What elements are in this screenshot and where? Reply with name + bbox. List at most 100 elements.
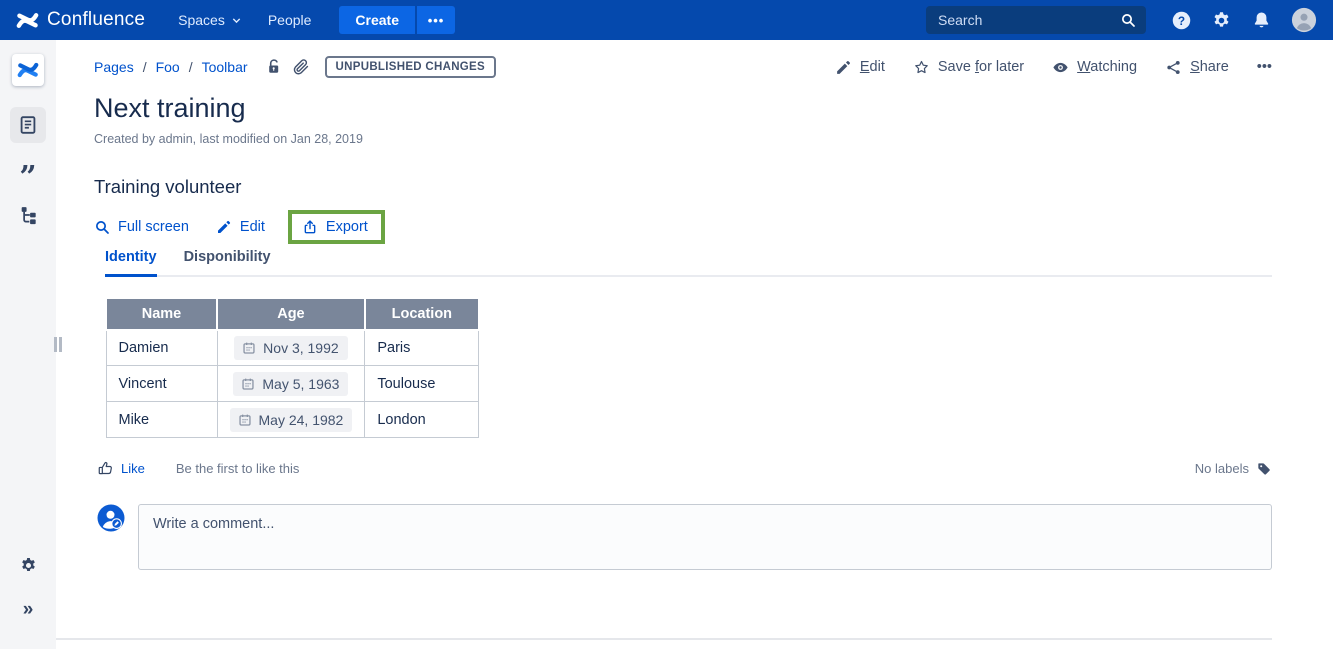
gear-icon: [19, 556, 38, 575]
tree-hierarchy-icon: [18, 205, 39, 226]
calendar-icon: [242, 341, 256, 355]
confluence-home-link[interactable]: Confluence: [16, 9, 145, 32]
action-label: Watching: [1077, 59, 1137, 75]
comment-section: [94, 504, 1272, 570]
breadcrumb: Pages / Foo / Toolbar UNPUBLISHED CHANGE…: [94, 56, 496, 78]
date-lozenge: May 5, 1963: [233, 372, 348, 396]
sidebar-item-blog[interactable]: ”: [10, 152, 46, 188]
pencil-icon: [835, 59, 852, 76]
cell-age: May 24, 1982: [217, 402, 365, 438]
search-icon: [1120, 12, 1136, 28]
full-screen-button[interactable]: Full screen: [94, 219, 189, 235]
table-row: Mike May 24, 1982 London: [106, 402, 479, 438]
export-button[interactable]: Export: [302, 219, 368, 235]
comment-box: [138, 504, 1272, 570]
app-sidebar: ” »: [0, 40, 56, 649]
volunteer-table: Name Age Location Damien: [105, 297, 480, 439]
action-label: Save for later: [938, 59, 1024, 75]
action-label: Share: [1190, 59, 1229, 75]
quote-icon: ”: [19, 157, 36, 183]
table-row: Vincent May 5, 1963 Toulouse: [106, 366, 479, 402]
space-logo-button[interactable]: [12, 54, 44, 86]
sidebar-space-settings[interactable]: [10, 547, 46, 583]
page-byline: Created by admin, last modified on Jan 2…: [94, 132, 1272, 146]
labels-button[interactable]: No labels: [1195, 461, 1272, 477]
save-for-later-button[interactable]: Save for later: [913, 59, 1024, 76]
attachments-paperclip-icon[interactable]: [292, 58, 310, 76]
breadcrumb-toolbar[interactable]: Toolbar: [202, 59, 248, 75]
table-header-row: Name Age Location: [106, 298, 479, 330]
page-actions: Edit Save for later Watching: [835, 59, 1272, 76]
search-input[interactable]: [926, 6, 1146, 34]
confluence-logo-icon: [16, 9, 39, 32]
nav-people-link[interactable]: People: [268, 12, 312, 28]
confluence-space-logo-icon: [17, 59, 39, 81]
star-icon: [913, 59, 930, 76]
breadcrumb-foo[interactable]: Foo: [156, 59, 180, 75]
navbar-right: ?: [926, 6, 1317, 34]
eye-icon: [1052, 59, 1069, 76]
double-chevron-right-icon: »: [23, 599, 34, 621]
tag-icon: [1256, 461, 1272, 477]
main-content: Pages / Foo / Toolbar UNPUBLISHED CHANGE…: [56, 40, 1333, 649]
confluence-page: Confluence Spaces People Create ••• ?: [0, 0, 1333, 649]
create-more-button[interactable]: •••: [417, 6, 455, 34]
sidebar-item-page-tree[interactable]: [10, 197, 46, 233]
sidebar-expand-button[interactable]: »: [10, 592, 46, 628]
cell-location: Toulouse: [365, 366, 479, 402]
page-header-row: Pages / Foo / Toolbar UNPUBLISHED CHANGE…: [94, 56, 1272, 78]
cell-age: Nov 3, 1992: [217, 330, 365, 366]
unpublished-changes-badge: UNPUBLISHED CHANGES: [325, 56, 496, 78]
edit-page-button[interactable]: Edit: [835, 59, 885, 76]
section-heading: Training volunteer: [94, 176, 1272, 198]
date-lozenge: May 24, 1982: [230, 408, 353, 432]
col-header-age: Age: [217, 298, 365, 330]
tab-identity[interactable]: Identity: [105, 249, 157, 277]
action-label: Edit: [860, 59, 885, 75]
cell-name: Mike: [106, 402, 217, 438]
social-row: Like Be the first to like this No labels: [94, 460, 1272, 477]
macro-edit-button[interactable]: Edit: [216, 219, 265, 235]
comment-user-avatar: [97, 504, 125, 532]
settings-gear-icon[interactable]: [1211, 10, 1232, 31]
brand-name: Confluence: [47, 9, 145, 31]
export-annotation-box: Export: [288, 210, 385, 244]
breadcrumb-pages[interactable]: Pages: [94, 59, 134, 75]
tab-disponibility[interactable]: Disponibility: [184, 249, 271, 275]
watching-button[interactable]: Watching: [1052, 59, 1137, 76]
pencil-icon: [216, 219, 232, 235]
thumbs-up-icon: [97, 460, 114, 477]
like-hint-text: Be the first to like this: [176, 461, 300, 476]
chevron-down-icon: [231, 15, 242, 26]
comment-input[interactable]: [139, 505, 1271, 569]
sidebar-item-pages[interactable]: [10, 107, 46, 143]
share-button[interactable]: Share: [1165, 59, 1229, 76]
nav-spaces-menu[interactable]: Spaces: [178, 12, 242, 28]
svg-text:?: ?: [1178, 13, 1185, 27]
search-container: [926, 6, 1146, 34]
magnifier-icon: [94, 219, 110, 235]
cell-location: Paris: [365, 330, 479, 366]
col-header-name: Name: [106, 298, 217, 330]
like-button[interactable]: Like: [97, 460, 145, 477]
export-icon: [302, 219, 318, 235]
cell-name: Vincent: [106, 366, 217, 402]
calendar-icon: [238, 413, 252, 427]
create-button[interactable]: Create: [339, 6, 415, 34]
share-icon: [1165, 59, 1182, 76]
cell-age: May 5, 1963: [217, 366, 365, 402]
page-title: Next training: [94, 93, 1272, 124]
macro-toolbar: Full screen Edit Export: [94, 210, 1272, 244]
cell-name: Damien: [106, 330, 217, 366]
footer-divider: [56, 638, 1272, 640]
top-navbar: Confluence Spaces People Create ••• ?: [0, 0, 1333, 40]
help-icon[interactable]: ?: [1171, 10, 1192, 31]
date-lozenge: Nov 3, 1992: [234, 336, 348, 360]
notifications-icon[interactable]: [1251, 10, 1272, 31]
user-avatar[interactable]: [1291, 7, 1317, 33]
table-row: Damien Nov 3, 1992 Paris: [106, 330, 479, 366]
macro-tabs: Identity Disponibility: [105, 249, 1272, 277]
unlock-icon[interactable]: [265, 58, 283, 76]
page-more-actions-button[interactable]: •••: [1257, 59, 1272, 75]
page-document-icon: [17, 114, 39, 136]
